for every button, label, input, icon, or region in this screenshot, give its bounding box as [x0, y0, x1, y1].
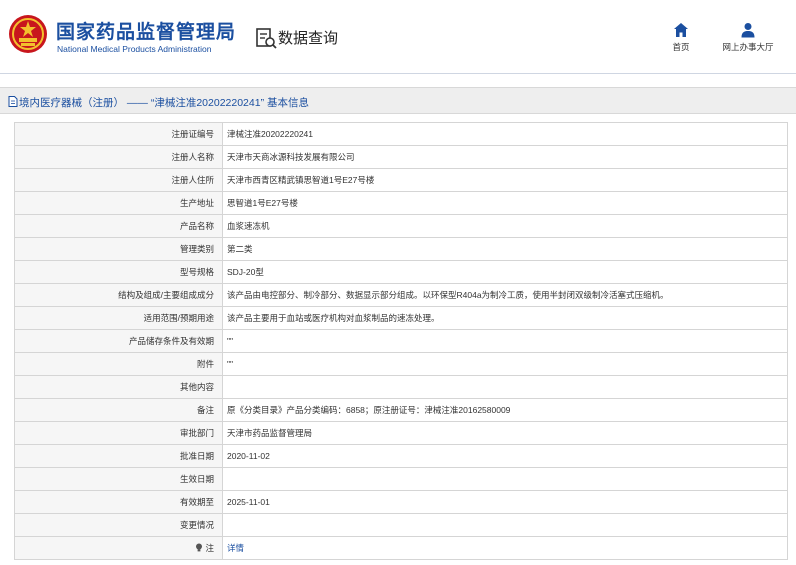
row-label: 其他内容 [14, 375, 223, 399]
table-row: 型号规格 SDJ-20型 [14, 260, 788, 284]
note-row-label-cell: 注 [14, 536, 223, 560]
row-value [222, 467, 788, 491]
row-value: 该产品由电控部分、制冷部分、数据显示部分组成。以环保型R404a为制冷工质，使用… [222, 283, 788, 307]
row-label: 结构及组成/主要组成成分 [14, 283, 223, 307]
table-row: 备注 原《分类目录》产品分类编码：6858；原注册证号：津械注准201625800… [14, 398, 788, 422]
row-label: 产品储存条件及有效期 [14, 329, 223, 353]
row-label: 管理类别 [14, 237, 223, 261]
row-value: 天津市西青区精武镇思智道1号E27号楼 [222, 168, 788, 192]
row-label: 注册人名称 [14, 145, 223, 169]
note-row-label: 注 [205, 543, 214, 553]
row-value: 第二类 [222, 237, 788, 261]
table-row: 管理类别 第二类 [14, 237, 788, 261]
row-label: 产品名称 [14, 214, 223, 238]
row-value: SDJ-20型 [222, 260, 788, 284]
table-row: 其他内容 [14, 375, 788, 399]
user-icon [741, 23, 755, 38]
table-row: 适用范围/预期用途 该产品主要用于血站或医疗机构对血浆制品的速冻处理。 [14, 306, 788, 330]
row-value: 血浆速冻机 [222, 214, 788, 238]
row-label: 型号规格 [14, 260, 223, 284]
row-value: "" [222, 352, 788, 376]
table-row: 附件 "" [14, 352, 788, 376]
info-bulb-icon [196, 543, 203, 552]
row-value: 思智道1号E27号楼 [222, 191, 788, 215]
row-value: 津械注准20202220241 [222, 122, 788, 146]
table-row: 产品储存条件及有效期 "" [14, 329, 788, 353]
nav-home-link[interactable]: 首页 [660, 22, 702, 58]
record-title-bar: 境内医疗器械（注册） —— “津械注准20202220241” 基本信息 [0, 87, 796, 114]
data-query-icon [256, 28, 277, 49]
nav-online-hall-label: 网上办事大厅 [722, 42, 774, 52]
details-link[interactable]: 详情 [227, 543, 244, 553]
detail-table: 注册证编号 津械注准20202220241 注册人名称 天津市天商冰源科技发展有限公… [14, 122, 788, 560]
nav-home-label: 首页 [672, 42, 690, 52]
row-label: 审批部门 [14, 421, 223, 445]
nav-online-hall-link[interactable]: 网上办事大厅 [716, 22, 780, 58]
row-value: 天津市药品监督管理局 [222, 421, 788, 445]
row-label: 生产地址 [14, 191, 223, 215]
table-row: 批准日期 2020-11-02 [14, 444, 788, 468]
row-value [222, 513, 788, 537]
row-label: 注册证编号 [14, 122, 223, 146]
record-title: 境内医疗器械（注册） —— “津械注准20202220241” 基本信息 [19, 97, 309, 109]
table-row: 产品名称 血浆速冻机 [14, 214, 788, 238]
row-value: 2025-11-01 [222, 490, 788, 514]
note-row-value-cell: 详情 [222, 536, 788, 560]
row-value: 原《分类目录》产品分类编码：6858；原注册证号：津械注准20162580009 [222, 398, 788, 422]
row-value [222, 375, 788, 399]
row-label: 备注 [14, 398, 223, 422]
table-row: 生效日期 [14, 467, 788, 491]
brand-name-cn: 国家药品监督管理局 [56, 22, 237, 43]
brand-name-en: National Medical Products Administration [57, 44, 212, 54]
home-icon [674, 23, 688, 37]
site-header: 国家药品监督管理局 National Medical Products Admi… [0, 0, 796, 72]
row-label: 注册人住所 [14, 168, 223, 192]
table-row: 注册证编号 津械注准20202220241 [14, 122, 788, 146]
table-row: 注册人名称 天津市天商冰源科技发展有限公司 [14, 145, 788, 169]
table-row: 审批部门 天津市药品监督管理局 [14, 421, 788, 445]
row-value: 该产品主要用于血站或医疗机构对血浆制品的速冻处理。 [222, 306, 788, 330]
row-label: 附件 [14, 352, 223, 376]
national-emblem-icon [9, 15, 47, 53]
row-label: 生效日期 [14, 467, 223, 491]
row-value: 天津市天商冰源科技发展有限公司 [222, 145, 788, 169]
table-row: 生产地址 思智道1号E27号楼 [14, 191, 788, 215]
row-label: 变更情况 [14, 513, 223, 537]
table-row: 注册人住所 天津市西青区精武镇思智道1号E27号楼 [14, 168, 788, 192]
row-label: 适用范围/预期用途 [14, 306, 223, 330]
note-row: 注 详情 [14, 536, 788, 560]
row-label: 批准日期 [14, 444, 223, 468]
table-row: 有效期至 2025-11-01 [14, 490, 788, 514]
header-divider [0, 73, 796, 74]
document-icon [8, 96, 18, 107]
table-row: 变更情况 [14, 513, 788, 537]
row-value: "" [222, 329, 788, 353]
table-row: 结构及组成/主要组成成分 该产品由电控部分、制冷部分、数据显示部分组成。以环保型R… [14, 283, 788, 307]
row-value: 2020-11-02 [222, 444, 788, 468]
row-label: 有效期至 [14, 490, 223, 514]
data-query-label: 数据查询 [278, 30, 339, 47]
